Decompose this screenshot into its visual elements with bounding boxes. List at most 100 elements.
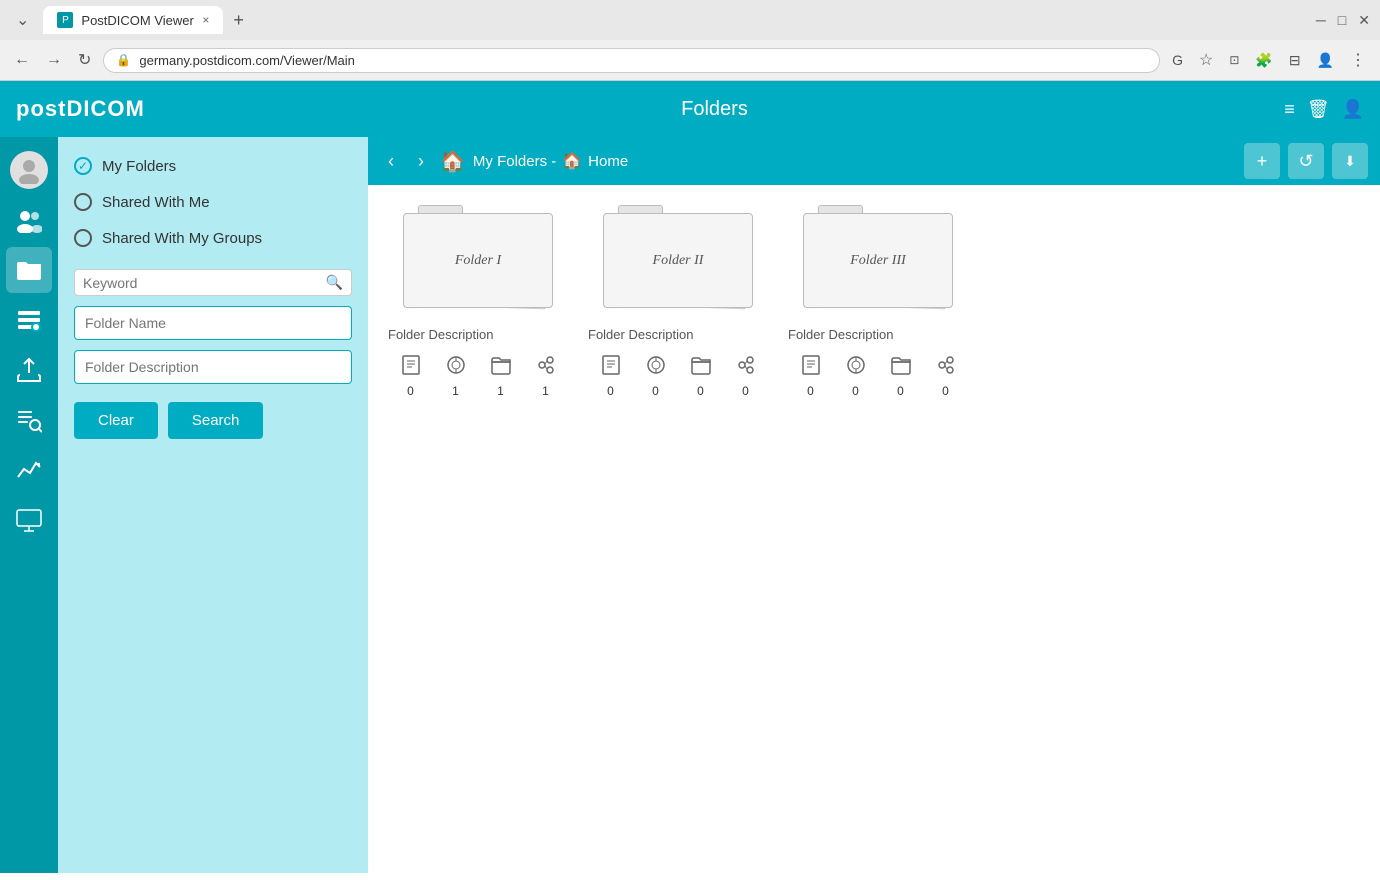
sidebar-icon-upload[interactable] [6,347,52,393]
download-button[interactable]: ⬇ [1332,143,1368,179]
stat-icon-3-2 [890,354,912,382]
screenshot-button[interactable]: ⊡ [1225,49,1243,71]
browser-addressbar: ← → ↻ 🔒 germany.postdicom.com/Viewer/Mai… [0,40,1380,80]
home-folder-icon: 🏠 [440,149,465,174]
stat-num-2-3: 0 [742,384,749,398]
sidebar-icon-search-list[interactable] [6,397,52,443]
extensions-button[interactable]: 🧩 [1251,48,1276,73]
header-actions: ≡ 🗑 👤 [1284,99,1364,120]
maximize-button[interactable]: □ [1338,12,1346,29]
folder-card-2[interactable]: Folder II Folder Description 0 [588,205,768,398]
translate-button[interactable]: G [1168,48,1187,72]
folder-stat-2-1: 0 [645,354,667,398]
nav-item-shared-with-me[interactable]: Shared With Me [74,189,352,215]
keyword-input[interactable] [83,275,326,291]
stat-num-1-2: 1 [497,384,504,398]
folder-stats-1: 0 1 1 [388,354,568,398]
sidebar-icon-chart[interactable] [6,447,52,493]
folder-stat-3-1: 0 [845,354,867,398]
content-area: Folder I Folder Description 0 [368,185,1380,873]
reload-nav-button[interactable]: ↻ [74,46,95,74]
shared-with-groups-label: Shared With My Groups [102,230,262,247]
stat-icon-1-0 [400,354,422,382]
folder-stats-3: 0 0 0 [788,354,968,398]
sidebar-icon-layers[interactable] [6,297,52,343]
tab-title: PostDICOM Viewer [81,13,193,28]
stat-icon-1-2 [490,354,512,382]
new-tab-button[interactable]: + [227,8,250,33]
stat-icon-2-2 [690,354,712,382]
folder-card-3[interactable]: Folder III Folder Description 0 [788,205,968,398]
browser-tabs: P PostDICOM Viewer × + [43,6,250,34]
url-display: germany.postdicom.com/Viewer/Main [139,53,1147,68]
refresh-button[interactable]: ↺ [1288,143,1324,179]
breadcrumb-home-label: Home [588,153,628,170]
trash-button[interactable]: 🗑 [1307,99,1330,120]
folder-stat-2-3: 0 [735,354,757,398]
window-close-button[interactable]: ✕ [1358,12,1370,29]
sidebar-icon-folder[interactable] [6,247,52,293]
forward-nav-button[interactable]: → [42,47,66,73]
app-container: postDICOM Folders ≡ 🗑 👤 [0,81,1380,873]
bookmark-button[interactable]: ☆ [1195,46,1217,74]
keyword-search-box[interactable]: 🔍 [74,269,352,296]
profile-button[interactable]: 👤 [1313,48,1338,73]
stat-num-1-1: 1 [452,384,459,398]
logo-dicom-text: DICOM [66,96,144,121]
folder-stat-3-2: 0 [890,354,912,398]
search-button[interactable]: Search [168,402,264,439]
nav-item-shared-with-groups[interactable]: Shared With My Groups [74,225,352,251]
logo-post-text: post [16,96,66,121]
app-header: postDICOM Folders ≡ 🗑 👤 [0,81,1380,137]
left-panel: ✓ My Folders Shared With Me Shared With … [58,137,368,873]
sidebar-icon-users[interactable] [6,197,52,243]
app-title: Folders [145,98,1284,121]
stat-num-2-2: 0 [697,384,704,398]
folder-stat-2-0: 0 [600,354,622,398]
stat-icon-1-3 [535,354,557,382]
stat-num-1-0: 0 [407,384,414,398]
avatar-icon [10,151,48,189]
my-folders-label: My Folders [102,158,176,175]
stat-icon-2-3 [735,354,757,382]
shared-with-me-label: Shared With Me [102,194,210,211]
browser-titlebar: ⌄ P PostDICOM Viewer × + ─ □ ✕ [0,0,1380,40]
folder-description-input[interactable] [74,350,352,384]
sidebar-icons [0,137,58,873]
folder-card-1[interactable]: Folder I Folder Description 0 [388,205,568,398]
stat-num-2-1: 0 [652,384,659,398]
nav-item-my-folders[interactable]: ✓ My Folders [74,153,352,179]
folder-visual-2: Folder II [598,205,758,315]
stat-num-3-3: 0 [942,384,949,398]
content-forward-button[interactable]: › [410,147,432,176]
search-icon: 🔍 [326,274,343,291]
back-nav-button[interactable]: ← [10,47,34,73]
address-bar[interactable]: 🔒 germany.postdicom.com/Viewer/Main [103,48,1160,73]
sidebar-icon-avatar[interactable] [6,147,52,193]
clear-button[interactable]: Clear [74,402,158,439]
folder-stat-3-0: 0 [800,354,822,398]
browser-actions: G ☆ ⊡ 🧩 ⊟ 👤 ⋮ [1168,46,1370,74]
my-folders-check: ✓ [74,157,92,175]
minimize-button[interactable]: ─ [1316,12,1326,29]
add-folder-button[interactable]: + [1244,143,1280,179]
menu-button[interactable]: ⋮ [1346,46,1370,74]
active-tab[interactable]: P PostDICOM Viewer × [43,6,223,34]
stat-icon-2-0 [600,354,622,382]
sidebar-icon-monitor[interactable] [6,497,52,543]
shared-with-groups-radio [74,229,92,247]
sidebar-toggle-button[interactable]: ⊟ [1285,48,1305,73]
content-toolbar: ‹ › 🏠 My Folders - 🏠 Home + ↺ ⬇ [368,137,1380,185]
tab-back-button[interactable]: ⌄ [10,8,35,32]
user-menu-button[interactable]: 👤 [1342,99,1364,120]
folder-name-input[interactable] [74,306,352,340]
folder-stats-2: 0 0 0 [588,354,768,398]
folder-visual-3: Folder III [798,205,958,315]
stat-num-1-3: 1 [542,384,549,398]
sort-button[interactable]: ≡ [1284,99,1295,120]
stat-num-3-1: 0 [852,384,859,398]
tab-close-button[interactable]: × [202,13,209,27]
folder-main-1: Folder I [403,213,553,308]
content-back-button[interactable]: ‹ [380,147,402,176]
app-body: ✓ My Folders Shared With Me Shared With … [0,137,1380,873]
